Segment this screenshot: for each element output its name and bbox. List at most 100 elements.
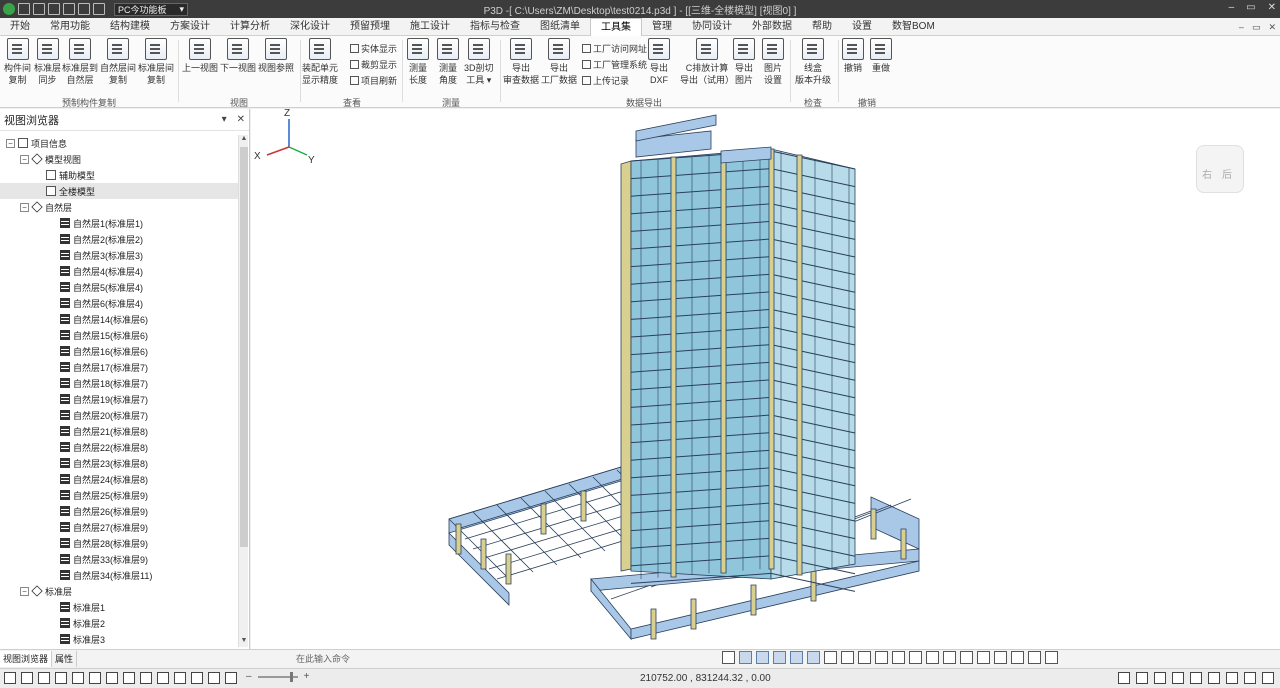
status-tool-icon[interactable] <box>106 672 118 684</box>
box-upgrade-button[interactable]: 线盒 版本升级 <box>795 38 831 86</box>
status-tool-icon[interactable] <box>157 672 169 684</box>
maximize-button[interactable]: ▭ <box>1246 2 1255 13</box>
snap-tool-icon[interactable] <box>1118 672 1130 684</box>
zoom-in-button[interactable]: + <box>304 671 310 682</box>
menu-item[interactable]: 常用功能 <box>40 18 100 36</box>
copy-std-button[interactable]: 标准层间 复制 <box>138 38 174 86</box>
tree-node[interactable]: 自然层19(标准层7) <box>0 391 238 407</box>
tree-node[interactable]: 自然层26(标准层9) <box>0 503 238 519</box>
status-tool-icon[interactable] <box>174 672 186 684</box>
tree-node[interactable]: 标准层2 <box>0 615 238 631</box>
undo-button[interactable]: 撤销 <box>842 38 864 74</box>
tree-node[interactable]: 自然层3(标准层3) <box>0 247 238 263</box>
view-mode-icon[interactable] <box>756 651 769 664</box>
view-mode-icon[interactable] <box>841 651 854 664</box>
export-image-button[interactable]: 导出 图片 <box>733 38 755 86</box>
section-tool-button[interactable]: 3D剖切 工具 ▾ <box>464 38 494 86</box>
tree-node[interactable]: 自然层14(标准层6) <box>0 311 238 327</box>
ribbon-small-button[interactable]: 实体显示 <box>350 42 397 55</box>
close-button[interactable]: ✕ <box>1268 2 1276 13</box>
collapse-icon[interactable]: − <box>6 138 15 148</box>
view-mode-icon[interactable] <box>960 651 973 664</box>
tree-node[interactable]: 自然层21(标准层8) <box>0 423 238 439</box>
status-tool-icon[interactable] <box>191 672 203 684</box>
menu-item[interactable]: 管理 <box>642 18 682 36</box>
menu-item[interactable]: 深化设计 <box>280 18 340 36</box>
scroll-up-icon[interactable]: ▲ <box>239 135 249 145</box>
tree-node[interactable]: 自然层6(标准层4) <box>0 295 238 311</box>
status-tool-icon[interactable] <box>72 672 84 684</box>
new-file-icon[interactable] <box>18 3 30 15</box>
save-icon[interactable] <box>48 3 60 15</box>
export-dxf-button[interactable]: 导出 DXF <box>648 38 670 86</box>
view-mode-icon[interactable] <box>977 651 990 664</box>
tree-node[interactable]: 自然层20(标准层7) <box>0 407 238 423</box>
undo-icon[interactable] <box>78 3 90 15</box>
view-mode-icon[interactable] <box>943 651 956 664</box>
snap-tool-icon[interactable] <box>1262 672 1274 684</box>
save-as-icon[interactable] <box>63 3 75 15</box>
view-mode-icon[interactable] <box>773 651 786 664</box>
scroll-thumb[interactable] <box>240 147 248 547</box>
tree-node[interactable]: 辅助模型 <box>0 167 238 183</box>
carbon-calc-button[interactable]: C排放计算 导出（试用） <box>680 38 734 86</box>
command-input[interactable]: 在此输入命令 <box>288 652 718 666</box>
mode-select[interactable]: PC今功能板 ▾ <box>114 2 188 16</box>
scroll-down-icon[interactable]: ▼ <box>239 637 249 647</box>
view-mode-icon[interactable] <box>1028 651 1041 664</box>
view-mode-icon[interactable] <box>824 651 837 664</box>
view-cube-right[interactable]: 后 <box>1222 166 1232 181</box>
snap-tool-icon[interactable] <box>1154 672 1166 684</box>
export-review-button[interactable]: 导出 审查数据 <box>503 38 539 86</box>
view-cube[interactable]: 右 后 <box>1196 145 1244 193</box>
tree-scrollbar[interactable]: ▲ ▼ <box>238 135 248 647</box>
menu-item[interactable]: 外部数据 <box>742 18 802 36</box>
tree-node[interactable]: 全楼模型 <box>0 183 238 199</box>
status-tool-icon[interactable] <box>38 672 50 684</box>
tree-node[interactable]: − 项目信息 <box>0 135 238 151</box>
redo-button[interactable]: 重做 <box>870 38 892 74</box>
snap-tool-icon[interactable] <box>1190 672 1202 684</box>
menu-item[interactable]: 帮助 <box>802 18 842 36</box>
assembly-precision-button[interactable]: 装配单元 显示精度 <box>302 38 338 86</box>
menu-item[interactable]: 图纸清单 <box>530 18 590 36</box>
tree-node[interactable]: 自然层28(标准层9) <box>0 535 238 551</box>
tree-node[interactable]: 自然层24(标准层8) <box>0 471 238 487</box>
tree-node[interactable]: − 模型视图 <box>0 151 238 167</box>
view-mode-icon[interactable] <box>722 651 735 664</box>
tree-node[interactable]: 自然层25(标准层9) <box>0 487 238 503</box>
tree-node[interactable]: 自然层5(标准层4) <box>0 279 238 295</box>
ribbon-small-button[interactable]: 裁剪显示 <box>350 58 397 71</box>
menu-item[interactable]: 工具集 <box>590 17 642 36</box>
view-mode-icon[interactable] <box>807 651 820 664</box>
menu-item[interactable]: 开始 <box>0 18 40 36</box>
collapse-icon[interactable]: − <box>20 202 29 212</box>
image-settings-button[interactable]: 图片 设置 <box>762 38 784 86</box>
doc-minimize-button[interactable]: – <box>1239 22 1244 32</box>
tree-node[interactable]: − 标准层 <box>0 583 238 599</box>
view-mode-icon[interactable] <box>1011 651 1024 664</box>
redo-icon[interactable] <box>93 3 105 15</box>
copy-component-button[interactable]: 构件间 复制 <box>4 38 31 86</box>
tree-node[interactable]: 自然层16(标准层6) <box>0 343 238 359</box>
tree-node[interactable]: 自然层18(标准层7) <box>0 375 238 391</box>
menu-item[interactable]: 指标与检查 <box>460 18 530 36</box>
next-view-button[interactable]: 下一视图 <box>220 38 256 74</box>
ribbon-small-button[interactable]: 工厂访问网址 <box>582 42 647 55</box>
tree-node[interactable]: 自然层27(标准层9) <box>0 519 238 535</box>
view-mode-icon[interactable] <box>909 651 922 664</box>
status-tool-icon[interactable] <box>55 672 67 684</box>
snap-tool-icon[interactable] <box>1136 672 1148 684</box>
snap-tool-icon[interactable] <box>1244 672 1256 684</box>
view-ref-button[interactable]: 视图参照 <box>258 38 294 74</box>
status-tool-icon[interactable] <box>21 672 33 684</box>
tree-node[interactable]: 自然层17(标准层7) <box>0 359 238 375</box>
snap-tool-icon[interactable] <box>1208 672 1220 684</box>
measure-length-button[interactable]: 测量 长度 <box>407 38 429 86</box>
view-mode-icon[interactable] <box>1045 651 1058 664</box>
menu-item[interactable]: 预留预埋 <box>340 18 400 36</box>
menu-item[interactable]: 协同设计 <box>682 18 742 36</box>
copy-natural-button[interactable]: 自然层间 复制 <box>100 38 136 86</box>
menu-item[interactable]: 施工设计 <box>400 18 460 36</box>
view-mode-icon[interactable] <box>858 651 871 664</box>
